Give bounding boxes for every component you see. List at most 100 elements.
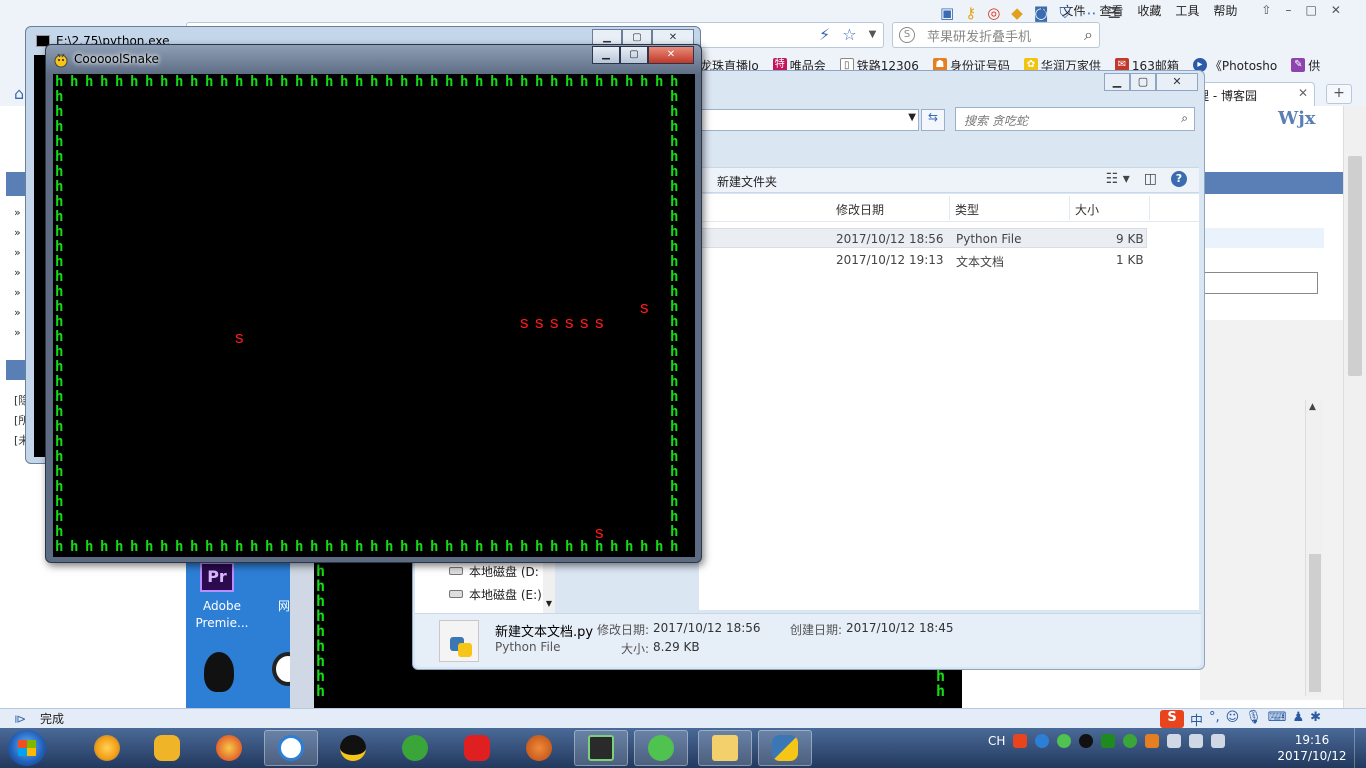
scroll-up-icon[interactable]: ▲ — [1309, 402, 1316, 412]
taskbar-file-explorer[interactable] — [698, 730, 752, 766]
page-scrollbar[interactable]: ▲ — [1305, 400, 1323, 696]
menu-icon[interactable]: ☰ — [1108, 4, 1121, 22]
file-row[interactable]: 2017/10/12 18:56 Python File 9 KB — [699, 228, 1147, 248]
search-icon[interactable]: ⌕ — [1181, 111, 1188, 126]
taskbar-crossfire[interactable] — [202, 730, 256, 766]
column-header-type[interactable]: 类型 — [955, 201, 979, 218]
maximize-button[interactable]: ▢ — [620, 46, 648, 64]
sidebar-toggle-icon[interactable]: ⧐ — [0, 712, 40, 726]
taskbar-qq[interactable] — [326, 730, 380, 766]
network-tray-icon[interactable] — [1167, 734, 1182, 748]
tools-icon[interactable]: ✱ — [1310, 710, 1321, 729]
language-indicator[interactable]: CH — [988, 734, 1005, 748]
menu-favorites[interactable]: 收藏 — [1137, 2, 1161, 19]
sidebar-bullet[interactable]: » — [14, 326, 21, 339]
skin-icon[interactable]: ♟ — [1293, 710, 1305, 729]
sidebar-bullet[interactable]: » — [14, 266, 21, 279]
key-icon[interactable]: ⚷ — [965, 4, 976, 22]
scroll-thumb[interactable] — [1348, 156, 1362, 376]
new-tab-button[interactable]: + — [1326, 84, 1352, 104]
minimize-button[interactable]: ▁ — [1104, 73, 1130, 91]
security-tray-icon[interactable] — [1123, 734, 1138, 748]
emoji-icon[interactable]: ☺ — [1226, 710, 1240, 729]
sogou-ime-icon[interactable]: S — [1160, 710, 1184, 728]
column-header-size[interactable]: 大小 — [1075, 201, 1099, 218]
browser-scrollbar[interactable] — [1343, 106, 1366, 708]
taskbar-basketball[interactable] — [512, 730, 566, 766]
taskbar-sogou-browser[interactable] — [264, 730, 318, 766]
green-tray-icon[interactable] — [1101, 734, 1116, 748]
menu-tools[interactable]: 工具 — [1175, 2, 1199, 19]
wall-cell: h — [55, 404, 64, 420]
explorer-search-input[interactable]: 搜索 贪吃蛇 ⌕ — [955, 107, 1195, 131]
address-path[interactable]: ▼ — [699, 109, 919, 131]
taskbar-python[interactable] — [758, 730, 812, 766]
browser-search-input[interactable]: S 苹果研发折叠手机 ⌕ — [892, 22, 1100, 48]
reader-icon[interactable]: ▣ — [940, 4, 954, 22]
taskbar-wechat[interactable] — [634, 730, 688, 766]
view-options-icon[interactable]: ☷ ▾ — [1106, 171, 1130, 187]
refresh-button[interactable]: ⇆ — [921, 109, 945, 131]
sidebar-bullet[interactable]: » — [14, 246, 21, 259]
wall-cell: h — [385, 74, 394, 90]
favorite-item[interactable]: ✎ 供 — [1291, 57, 1320, 74]
microphone-icon[interactable]: 🎙 — [1245, 710, 1262, 729]
sogou-tray-icon[interactable] — [1013, 734, 1028, 748]
dropdown-icon[interactable]: ▼ — [908, 112, 916, 123]
wall-cell: h — [100, 74, 109, 90]
volume-icon[interactable] — [1189, 734, 1204, 748]
sidebar-bullet[interactable]: » — [14, 206, 21, 219]
qq-tray-icon[interactable] — [1079, 734, 1094, 748]
premiere-icon[interactable]: Pr — [200, 562, 234, 592]
shield-icon[interactable]: ⛉ — [1059, 4, 1070, 22]
nav-drive-e[interactable]: 本地磁盘 (E:) — [469, 586, 542, 603]
taskbar-cat-game[interactable] — [140, 730, 194, 766]
orange-tray-icon[interactable] — [1145, 734, 1160, 748]
favorite-item[interactable]: ▸ 《Photosho — [1192, 57, 1277, 74]
sidebar-bullet[interactable]: » — [14, 226, 21, 239]
sidebar-bullet[interactable]: » — [14, 286, 21, 299]
close-tab-icon[interactable]: ✕ — [1298, 86, 1308, 100]
close-button[interactable]: ✕ — [1156, 73, 1198, 91]
start-button[interactable] — [8, 730, 46, 766]
column-header-date[interactable]: 修改日期 — [836, 201, 884, 218]
nav-drive-d[interactable]: 本地磁盘 (D: — [469, 563, 539, 580]
search-icon[interactable]: ⌕ — [1084, 25, 1093, 45]
power-icon[interactable] — [1211, 734, 1226, 748]
more-icon[interactable]: ⋯ — [1082, 4, 1097, 22]
swirl-icon[interactable]: ◎ — [987, 4, 1000, 22]
taskbar-pc-monitor[interactable] — [574, 730, 628, 766]
capture-icon[interactable]: ◙ — [1034, 4, 1049, 22]
right-panel-input[interactable] — [1200, 272, 1318, 294]
menu-help[interactable]: 帮助 — [1213, 2, 1237, 19]
wall-cell: h — [670, 314, 679, 330]
taskbar-netease-music[interactable] — [450, 730, 504, 766]
ime-mode-chinese[interactable]: 中 — [1190, 710, 1203, 729]
new-folder-button[interactable]: 新建文件夹 — [717, 173, 777, 190]
clock[interactable]: 19:16 2017/10/12 — [1272, 732, 1352, 764]
help-tray-icon[interactable] — [1035, 734, 1050, 748]
keyboard-icon[interactable]: ⌨ — [1268, 710, 1287, 729]
maximize-button[interactable]: ▢ — [1130, 73, 1156, 91]
desktop-icon-label[interactable]: Adobe Premie... — [192, 598, 252, 632]
window-controls[interactable]: ⇧–□✕ — [1261, 3, 1354, 17]
nav-scrollbar[interactable]: ▼ — [543, 557, 555, 613]
show-desktop-button[interactable] — [1354, 728, 1366, 768]
wechat-tray-icon[interactable] — [1057, 734, 1072, 748]
taskbar-wifi[interactable] — [388, 730, 442, 766]
help-icon[interactable]: ? — [1171, 171, 1187, 187]
sidebar-bullet[interactable]: » — [14, 306, 21, 319]
file-row[interactable]: 2017/10/12 19:13 文本文档 1 KB — [699, 250, 1147, 270]
lightning-icon[interactable]: ⚡ — [819, 25, 830, 44]
star-icon[interactable]: ☆ — [842, 25, 856, 44]
taskbar-ie-browser[interactable] — [80, 730, 134, 766]
puzzle-icon[interactable]: ◆ — [1011, 4, 1023, 22]
minimize-button[interactable]: ▁ — [592, 46, 620, 64]
game-board[interactable]: hhhhhhhhhhhhhhhhhhhhhhhhhhhhhhhhhhhhhhhh… — [53, 74, 695, 557]
dropdown-icon[interactable]: ▼ — [869, 25, 877, 44]
scroll-thumb[interactable] — [1309, 554, 1321, 692]
close-button[interactable]: ✕ — [648, 46, 694, 64]
preview-pane-icon[interactable]: ◫ — [1144, 171, 1157, 187]
punctuation-icon[interactable]: °, — [1209, 710, 1220, 729]
qq-icon[interactable] — [204, 652, 234, 692]
